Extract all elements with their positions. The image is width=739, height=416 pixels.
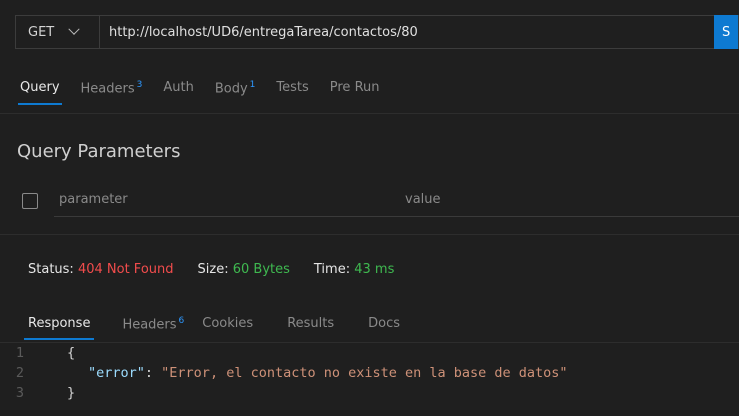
tab-pre-run[interactable]: Pre Run [330, 80, 380, 105]
tab-body-label: Body [214, 81, 248, 97]
code-text: "error": "Error, el contacto no existe e… [24, 363, 568, 383]
json-separator: : [144, 365, 162, 381]
status-label: Status: [28, 262, 74, 277]
method-select[interactable]: GET [16, 16, 100, 48]
time-value: 43 ms [354, 262, 395, 277]
tab-results[interactable]: Results [287, 316, 334, 340]
tab-results-label: Results [287, 316, 335, 331]
tab-response-label: Response [28, 316, 91, 331]
code-text: { [67, 345, 76, 361]
query-parameters-title: Query Parameters [17, 141, 181, 162]
tab-auth[interactable]: Auth [163, 80, 193, 105]
code-line: 3} [0, 383, 739, 403]
method-label: GET [28, 24, 55, 40]
tab-body[interactable]: Body 1 [215, 80, 256, 105]
param-name-input[interactable]: parameter [59, 192, 128, 207]
tab-cookies[interactable]: Cookies [202, 316, 253, 340]
response-status-bar: Status: 404 Not Found Size: 60 Bytes Tim… [28, 262, 394, 277]
tab-response[interactable]: Response [23, 316, 95, 341]
tab-query-label: Query [20, 80, 60, 95]
tab-cookies-label: Cookies [202, 316, 254, 331]
body-count-badge: 1 [249, 80, 256, 90]
code-line: 1{ [0, 343, 739, 363]
response-headers-count-badge: 6 [178, 316, 185, 326]
tab-query[interactable]: Query [18, 80, 62, 106]
tab-response-headers-label: Headers [122, 317, 177, 333]
line-number: 2 [15, 365, 24, 381]
tab-headers[interactable]: Headers 3 [81, 80, 143, 105]
status-value: 404 Not Found [77, 262, 174, 277]
url-input[interactable]: http://localhost/UD6/entregaTarea/contac… [100, 25, 738, 40]
json-string-value: "Error, el contacto no existe en la base… [161, 365, 568, 381]
send-button[interactable]: S [714, 15, 738, 49]
json-key: "error" [88, 365, 145, 381]
headers-count-badge: 3 [136, 80, 143, 90]
size-value: 60 Bytes [232, 262, 290, 277]
time-label: Time: [313, 262, 351, 277]
divider [0, 234, 739, 235]
code-text: } [67, 385, 76, 401]
tab-response-headers[interactable]: Headers 6 [122, 316, 184, 340]
line-number: 1 [15, 345, 24, 361]
code-line: 2 "error": "Error, el contacto no existe … [0, 363, 739, 383]
query-param-row: parameter value [17, 186, 739, 218]
param-name-underline [54, 216, 404, 217]
tab-headers-label: Headers [80, 81, 135, 97]
param-value-input[interactable]: value [405, 192, 441, 207]
url-bar: GET http://localhost/UD6/entregaTarea/co… [15, 15, 739, 49]
tab-docs[interactable]: Docs [368, 316, 400, 340]
chevron-down-icon [68, 23, 80, 35]
line-number: 3 [15, 385, 24, 401]
tab-auth-label: Auth [163, 80, 194, 95]
tab-tests-label: Tests [276, 80, 309, 95]
divider [0, 113, 739, 114]
param-value-underline [400, 216, 739, 217]
tab-pre-run-label: Pre Run [329, 80, 380, 95]
response-tabs: Response Headers 6 Cookies Results Docs [23, 316, 432, 341]
tab-tests[interactable]: Tests [276, 80, 308, 105]
request-tabs: Query Headers 3 Auth Body 1 Tests Pre Run [18, 80, 401, 106]
size-label: Size: [197, 262, 229, 277]
tab-docs-label: Docs [368, 316, 401, 331]
response-body: 1{ 2 "error": "Error, el contacto no exis… [0, 343, 739, 403]
param-enabled-checkbox[interactable] [22, 193, 38, 209]
